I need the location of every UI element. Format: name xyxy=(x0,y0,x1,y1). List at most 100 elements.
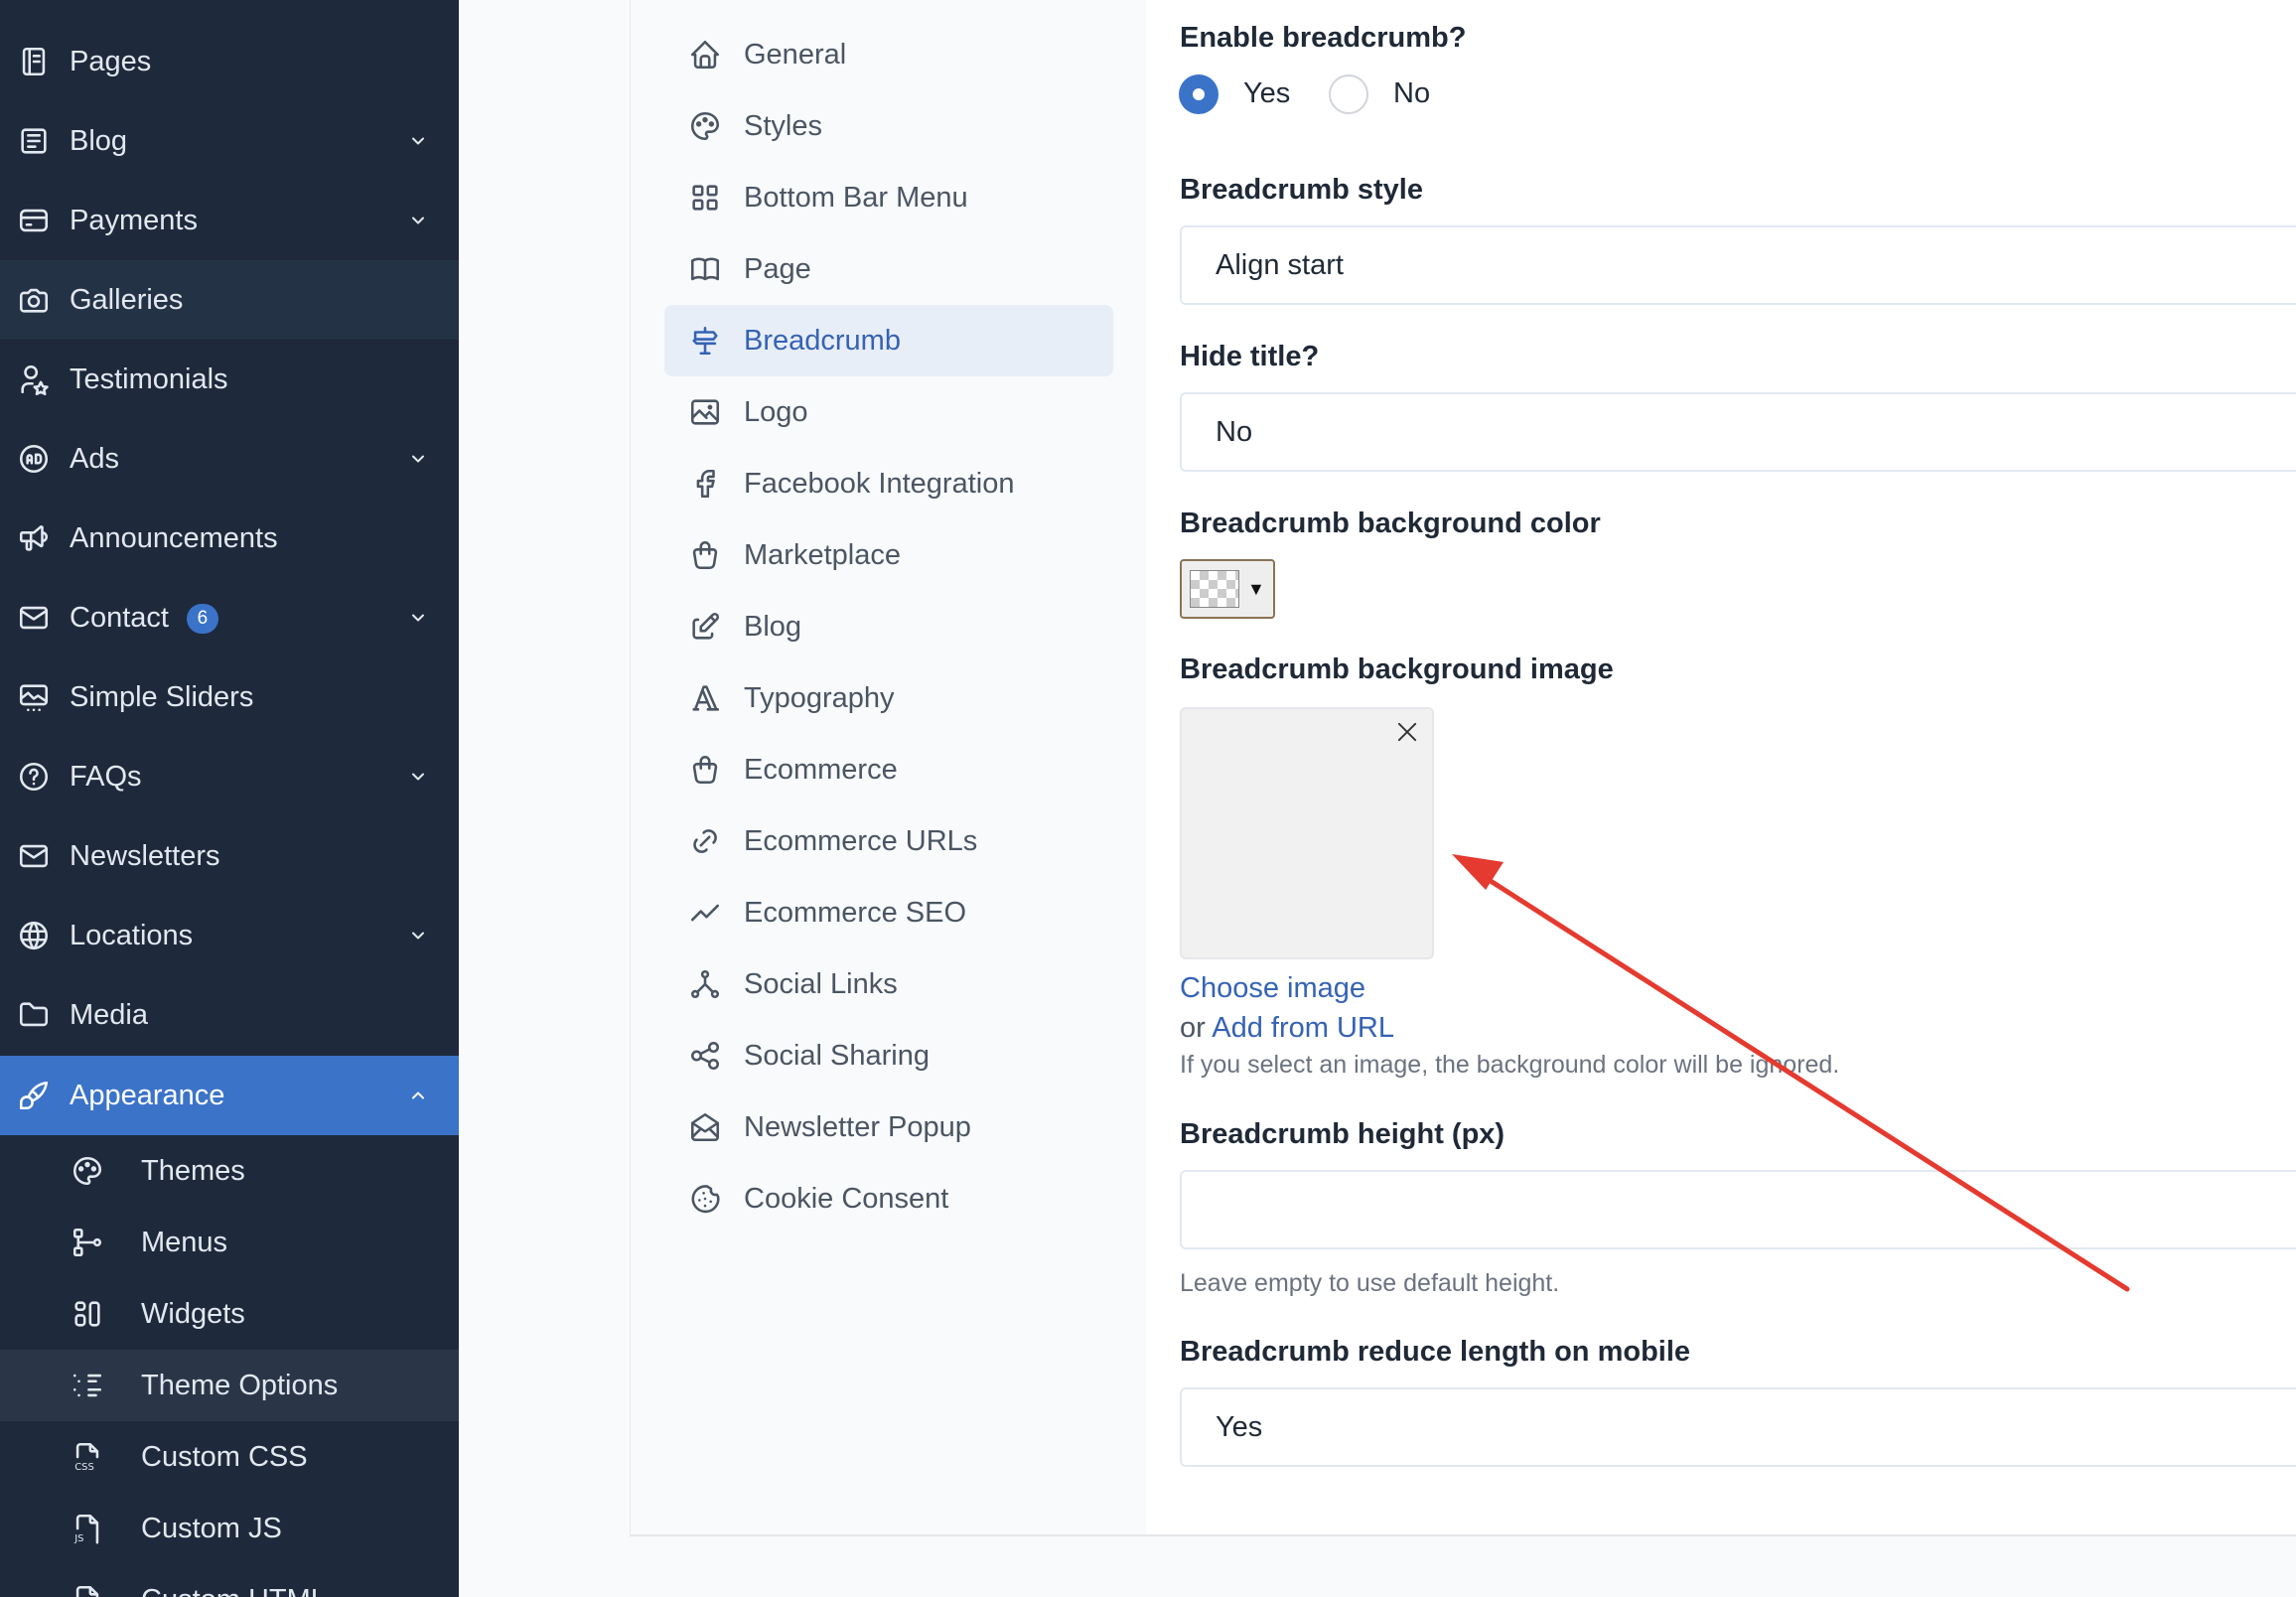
home-icon xyxy=(686,36,724,73)
settings-nav-typography[interactable]: Typography xyxy=(664,662,1113,734)
camera-icon xyxy=(16,282,52,318)
enable-breadcrumb-yes-radio[interactable] xyxy=(1179,74,1219,114)
signpost-icon xyxy=(686,322,724,360)
share-icon xyxy=(686,1037,724,1075)
settings-nav-facebook-integration[interactable]: Facebook Integration xyxy=(664,448,1113,519)
sidebar-subitem-themes[interactable]: Themes xyxy=(0,1135,459,1207)
enable-breadcrumb-no-radio[interactable] xyxy=(1329,74,1368,114)
photo-icon xyxy=(686,393,724,431)
sidebar-subitem-theme-options[interactable]: Theme Options xyxy=(0,1350,459,1421)
sidebar-item-contact[interactable]: Contact 6 xyxy=(0,578,459,657)
sidebar-subitem-custom-js[interactable]: JS Custom JS xyxy=(0,1493,459,1564)
settings-nav-label: Ecommerce xyxy=(744,753,898,786)
settings-nav-ecommerce-seo[interactable]: Ecommerce SEO xyxy=(664,877,1113,948)
enable-breadcrumb-no-label: No xyxy=(1393,77,1431,109)
enable-breadcrumb-yes-label: Yes xyxy=(1243,77,1291,109)
svg-text:JS: JS xyxy=(73,1533,83,1544)
settings-nav-label: Styles xyxy=(744,109,822,142)
chevron-down-icon xyxy=(407,130,429,152)
settings-nav-label: Marketplace xyxy=(744,538,901,571)
sidebar-item-faqs[interactable]: FAQs xyxy=(0,737,459,816)
close-icon[interactable] xyxy=(1392,717,1422,747)
sidebar-subitem-custom-html[interactable]: Custom HTML xyxy=(0,1564,459,1597)
chevron-down-icon xyxy=(407,448,429,470)
sidebar-item-label: Ads xyxy=(70,442,119,475)
breadcrumb-settings-panel: Enable breadcrumb? Yes No Breadcrumb sty… xyxy=(1146,0,2296,1534)
cookie-icon xyxy=(686,1180,724,1218)
sidebar-subitem-label: Theme Options xyxy=(141,1369,339,1401)
settings-nav-styles[interactable]: Styles xyxy=(664,90,1113,162)
palette-icon xyxy=(70,1153,105,1189)
breadcrumb-style-select[interactable]: Align start xyxy=(1180,225,2296,305)
settings-nav-label: Social Links xyxy=(744,967,898,1000)
settings-nav-page[interactable]: Page xyxy=(664,233,1113,305)
share-nodes-icon xyxy=(686,965,724,1003)
shopping-bag-icon xyxy=(686,751,724,789)
sidebar-item-ads[interactable]: Ads xyxy=(0,419,459,499)
sidebar-item-label: Galleries xyxy=(70,283,184,316)
grid-icon xyxy=(686,179,724,217)
sidebar-item-locations[interactable]: Locations xyxy=(0,896,459,975)
sidebar-item-label: Appearance xyxy=(70,1079,225,1111)
settings-nav-ecommerce-urls[interactable]: Ecommerce URLs xyxy=(664,805,1113,877)
settings-nav-label: Logo xyxy=(744,395,808,428)
sidebar-subitem-menus[interactable]: Menus xyxy=(0,1207,459,1278)
file-html-icon xyxy=(70,1582,105,1597)
sidebar-item-simple-sliders[interactable]: Simple Sliders xyxy=(0,657,459,737)
settings-nav-breadcrumb[interactable]: Breadcrumb xyxy=(664,305,1113,376)
settings-nav-marketplace[interactable]: Marketplace xyxy=(664,519,1113,591)
breadcrumb-height-input[interactable] xyxy=(1180,1170,2296,1249)
sidebar-item-testimonials[interactable]: Testimonials xyxy=(0,340,459,419)
edit-icon xyxy=(686,608,724,646)
slideshow-icon xyxy=(16,679,52,715)
sidebar-item-media[interactable]: Media xyxy=(0,975,459,1055)
theme-options-nav: General Styles Bottom Bar Menu Page Brea… xyxy=(630,0,1146,1534)
settings-nav-bottom-bar-menu[interactable]: Bottom Bar Menu xyxy=(664,162,1113,233)
settings-nav-label: Ecommerce SEO xyxy=(744,896,966,929)
sidebar-subitem-widgets[interactable]: Widgets xyxy=(0,1278,459,1350)
choose-image-link[interactable]: Choose image xyxy=(1180,972,1365,1005)
settings-nav-logo[interactable]: Logo xyxy=(664,376,1113,448)
sidebar-item-blog[interactable]: Blog xyxy=(0,101,459,181)
sidebar-item-payments[interactable]: Payments xyxy=(0,181,459,260)
settings-nav-cookie-consent[interactable]: Cookie Consent xyxy=(664,1163,1113,1234)
sidebar-item-pages[interactable]: Pages xyxy=(0,22,459,101)
settings-nav-label: Ecommerce URLs xyxy=(744,824,978,857)
book-icon xyxy=(686,250,724,288)
bg-image-preview[interactable] xyxy=(1180,707,1434,959)
sidebar-item-announcements[interactable]: Announcements xyxy=(0,499,459,578)
blog-icon xyxy=(16,123,52,159)
facebook-icon xyxy=(686,465,724,503)
reduce-length-select[interactable]: Yes xyxy=(1180,1387,2296,1467)
mail-icon xyxy=(16,838,52,874)
shopping-bag-icon xyxy=(686,536,724,574)
settings-nav-social-sharing[interactable]: Social Sharing xyxy=(664,1020,1113,1091)
add-from-url-link[interactable]: Add from URL xyxy=(1212,1012,1394,1044)
settings-nav-social-links[interactable]: Social Links xyxy=(664,948,1113,1020)
bg-color-picker[interactable]: ▼ xyxy=(1180,559,1275,619)
sidebar-subitem-custom-css[interactable]: CSS Custom CSS xyxy=(0,1421,459,1493)
brush-icon xyxy=(16,1078,52,1113)
hide-title-select[interactable]: No xyxy=(1180,392,2296,472)
sidebar-item-appearance[interactable]: Appearance xyxy=(0,1056,459,1135)
bg-image-label: Breadcrumb background image xyxy=(1180,653,1614,685)
unread-count-badge: 6 xyxy=(186,603,218,634)
sidebar-item-galleries[interactable]: Galleries xyxy=(0,260,459,340)
transparent-color-swatch xyxy=(1190,570,1239,608)
settings-nav-blog[interactable]: Blog xyxy=(664,591,1113,662)
sidebar-subitem-label: Widgets xyxy=(141,1297,245,1330)
breadcrumb-height-help-text: Leave empty to use default height. xyxy=(1180,1269,1560,1297)
sidebar-item-label: Simple Sliders xyxy=(70,680,254,713)
settings-nav-general[interactable]: General xyxy=(664,19,1113,90)
settings-nav-label: Bottom Bar Menu xyxy=(744,181,968,214)
settings-nav-newsletter-popup[interactable]: Newsletter Popup xyxy=(664,1091,1113,1163)
help-circle-icon xyxy=(16,759,52,795)
settings-nav-ecommerce[interactable]: Ecommerce xyxy=(664,734,1113,805)
folder-icon xyxy=(16,997,52,1033)
sidebar-item-newsletters[interactable]: Newsletters xyxy=(0,816,459,896)
admin-sidebar: Pages Blog Payments Galleries Testimonia… xyxy=(0,0,459,1597)
mail-open-icon xyxy=(686,1108,724,1146)
sidebar-subitem-label: Custom CSS xyxy=(141,1440,308,1473)
sidebar-subitem-label: Menus xyxy=(141,1226,228,1258)
hide-title-label: Hide title? xyxy=(1180,341,1320,372)
